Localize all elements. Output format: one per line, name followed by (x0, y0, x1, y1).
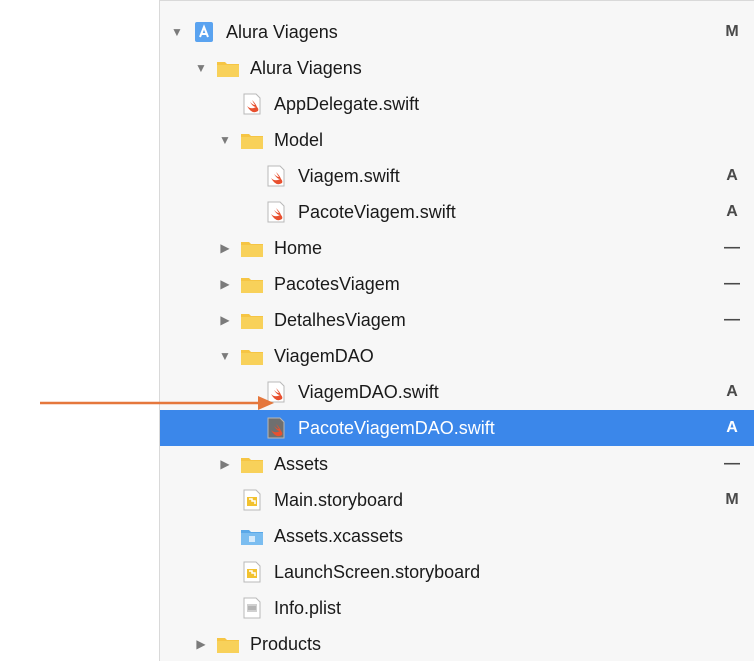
storyboard-icon (240, 561, 264, 583)
swift-file-icon (240, 93, 264, 115)
navigator-row-label: Home (274, 237, 323, 258)
navigator-row[interactable]: Viagem.swift A (160, 158, 754, 194)
navigator-row[interactable]: ▼ Model (160, 122, 754, 158)
navigator-row-label: PacoteViagem.swift (298, 201, 456, 222)
navigator-row-label: DetalhesViagem (274, 309, 406, 330)
disclosure-closed-icon[interactable]: ▶ (218, 457, 232, 471)
navigator-row-label: Alura Viagens (226, 21, 338, 42)
xcassets-icon (240, 525, 264, 547)
xcode-project-icon (192, 21, 216, 43)
navigator-row-label: ViagemDAO (274, 345, 374, 366)
folder-icon (240, 453, 264, 475)
source-control-status-badge: — (724, 275, 740, 292)
swift-file-icon (264, 381, 288, 403)
plist-icon (240, 597, 264, 619)
swift-file-icon (264, 201, 288, 223)
folder-icon (240, 309, 264, 331)
navigator-row[interactable]: Info.plist (160, 590, 754, 626)
navigator-row[interactable]: ▼ ViagemDAO (160, 338, 754, 374)
navigator-row-label: LaunchScreen.storyboard (274, 561, 481, 582)
source-control-status-badge: A (726, 203, 738, 220)
folder-icon (216, 633, 240, 655)
navigator-row[interactable]: Assets.xcassets (160, 518, 754, 554)
source-control-status-badge: M (725, 491, 739, 508)
disclosure-open-icon[interactable]: ▼ (218, 133, 232, 147)
navigator-row[interactable]: AppDelegate.swift (160, 86, 754, 122)
navigator-row-label: Products (250, 633, 322, 654)
source-control-status-badge: — (724, 455, 740, 472)
navigator-row[interactable]: ViagemDAO.swift A (160, 374, 754, 410)
navigator-row[interactable]: ▶ DetalhesViagem — (160, 302, 754, 338)
source-control-status-badge: M (725, 23, 739, 40)
source-control-status-badge: A (726, 383, 738, 400)
navigator-row[interactable]: ▼ Alura Viagens (160, 50, 754, 86)
source-control-status-badge: A (726, 167, 738, 184)
folder-icon (240, 129, 264, 151)
disclosure-closed-icon[interactable]: ▶ (218, 277, 232, 291)
disclosure-open-icon[interactable]: ▼ (170, 25, 184, 39)
navigator-row-label: Alura Viagens (250, 57, 362, 78)
navigator-row-label: Viagem.swift (298, 165, 400, 186)
source-control-status-badge: — (724, 239, 740, 256)
navigator-row-label: Info.plist (274, 597, 342, 618)
disclosure-open-icon[interactable]: ▼ (218, 349, 232, 363)
swift-file-icon (264, 165, 288, 187)
navigator-row-label: PacotesViagem (274, 273, 400, 294)
navigator-row[interactable]: PacoteViagemDAO.swift A (160, 410, 754, 446)
navigator-row[interactable]: Main.storyboard M (160, 482, 754, 518)
navigator-row-label: AppDelegate.swift (274, 93, 420, 114)
navigator-row-label: Assets (274, 453, 329, 474)
source-control-status-badge: — (724, 311, 740, 328)
source-control-status-badge: A (726, 419, 738, 436)
navigator-row[interactable]: ▶ Products (160, 626, 754, 662)
disclosure-closed-icon[interactable]: ▶ (218, 241, 232, 255)
navigator-row[interactable]: ▶ Home — (160, 230, 754, 266)
project-navigator: ▼ Alura Viagens M ▼ Alura Viagens AppDelegate… (159, 0, 754, 661)
disclosure-closed-icon[interactable]: ▶ (218, 313, 232, 327)
navigator-row[interactable]: PacoteViagem.swift A (160, 194, 754, 230)
navigator-row-label: ViagemDAO.swift (298, 381, 439, 402)
navigator-row-label: Main.storyboard (274, 489, 404, 510)
navigator-row[interactable]: ▶ Assets — (160, 446, 754, 482)
navigator-row[interactable]: ▼ Alura Viagens M (160, 14, 754, 50)
navigator-row[interactable]: LaunchScreen.storyboard (160, 554, 754, 590)
storyboard-icon (240, 489, 264, 511)
navigator-row-label: Model (274, 129, 324, 150)
navigator-row-label: PacoteViagemDAO.swift (298, 417, 495, 438)
folder-icon (240, 345, 264, 367)
folder-icon (240, 237, 264, 259)
navigator-row[interactable]: ▶ PacotesViagem — (160, 266, 754, 302)
disclosure-closed-icon[interactable]: ▶ (194, 637, 208, 651)
disclosure-open-icon[interactable]: ▼ (194, 61, 208, 75)
navigator-row-label: Assets.xcassets (274, 525, 404, 546)
folder-icon (216, 57, 240, 79)
swift-file-icon (264, 417, 288, 439)
folder-icon (240, 273, 264, 295)
